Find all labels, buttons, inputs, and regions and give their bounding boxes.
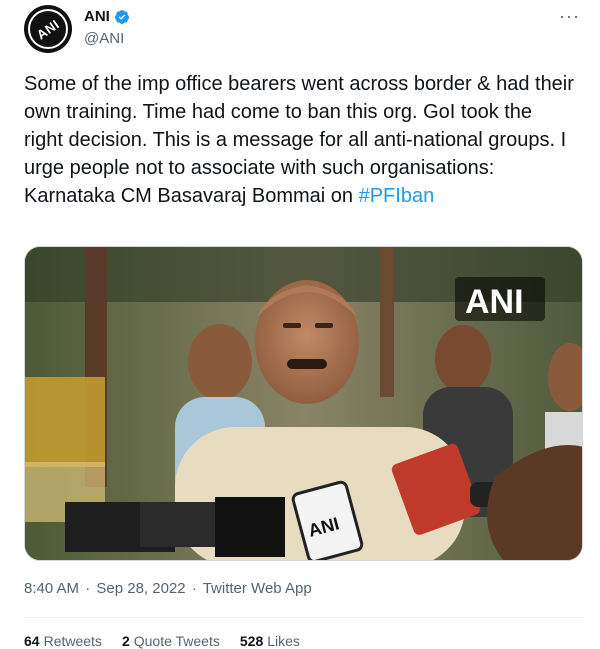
engagement-stats: 64 Retweets 2 Quote Tweets 528 Likes — [24, 633, 300, 649]
retweets-label: Retweets — [43, 633, 102, 649]
hashtag-link[interactable]: #PFIban — [359, 185, 435, 207]
more-options-icon[interactable]: ··· — [559, 6, 580, 27]
likes-label: Likes — [267, 633, 300, 649]
quote-tweets-stat[interactable]: 2 Quote Tweets — [122, 633, 220, 649]
tweet-time[interactable]: 8:40 AM — [24, 580, 79, 597]
wooden-pillar-right — [380, 247, 394, 397]
tweet-card: ANI ANI @ANI ··· Some of the imp office … — [0, 0, 600, 649]
retweets-stat[interactable]: 64 Retweets — [24, 633, 102, 649]
verified-badge-icon — [114, 9, 129, 24]
meta-separator: · — [85, 580, 91, 597]
divider — [24, 617, 584, 618]
quotes-label: Quote Tweets — [133, 633, 220, 649]
avatar[interactable]: ANI — [24, 5, 72, 53]
tweet-body: Some of the imp office bearers went acro… — [24, 73, 574, 207]
author-handle[interactable]: @ANI — [84, 30, 124, 47]
tweet-text: Some of the imp office bearers went acro… — [24, 70, 576, 210]
press-conference-photo: ANI ANI — [25, 247, 582, 560]
retweets-count: 64 — [24, 633, 40, 649]
meta-separator: · — [191, 580, 197, 597]
yellow-barrier — [25, 377, 105, 467]
tweet-source[interactable]: Twitter Web App — [203, 580, 312, 597]
tweet-metadata: 8:40 AM · Sep 28, 2022 · Twitter Web App — [24, 580, 314, 597]
tweet-media-photo[interactable]: ANI ANI — [24, 246, 583, 561]
likes-count: 528 — [239, 633, 264, 649]
ani-watermark: ANI — [465, 283, 524, 321]
tweet-date[interactable]: Sep 28, 2022 — [96, 580, 185, 597]
author-name-row: ANI — [84, 8, 130, 25]
display-name[interactable]: ANI — [84, 8, 110, 25]
quotes-count: 2 — [121, 633, 130, 649]
likes-stat[interactable]: 528 Likes — [240, 633, 300, 649]
